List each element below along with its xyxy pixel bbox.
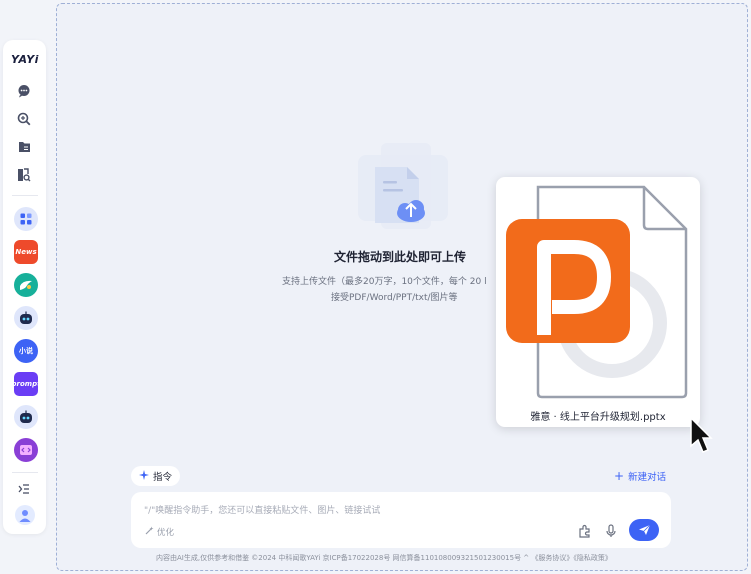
upload-accepted-types: 接受PDF/Word/PPT/txt/图片等 [331, 293, 458, 303]
magic-wand-icon [145, 526, 154, 538]
command-label: 指令 [153, 472, 173, 483]
sparkle-icon [139, 469, 149, 483]
new-chat-button[interactable]: + 新建对话 [614, 469, 666, 483]
expand-menu-icon[interactable] [15, 480, 33, 498]
microphone-icon[interactable] [603, 523, 619, 539]
command-button[interactable]: 指令 [131, 466, 181, 486]
novel-app-icon[interactable]: 小说 [14, 339, 38, 363]
folder-icon[interactable] [15, 138, 33, 156]
sidebar: YAYi News 小说 prompt [3, 40, 46, 534]
code-app-icon[interactable] [14, 438, 38, 462]
robot-app-icon[interactable] [14, 306, 38, 330]
upload-illustration-icon [353, 141, 451, 233]
dragged-file-name: 雅意 · 线上平台升级规划.pptx [530, 412, 666, 423]
sidebar-divider [12, 195, 38, 196]
news-app-icon[interactable]: News [14, 240, 38, 264]
robot-app-icon-2[interactable] [14, 405, 38, 429]
chat-app-icon[interactable] [14, 273, 38, 297]
chat-input[interactable]: "/"唤醒指令助手，您还可以直接粘贴文件、图片、链接试试 优化 [131, 492, 671, 548]
footer-text: 内容由AI生成,仅供参考和借鉴 ©2024 中科闻歌YAYi 京ICP备1702… [156, 554, 612, 562]
powerpoint-file-icon [504, 185, 690, 399]
send-button[interactable] [629, 519, 659, 541]
sidebar-divider [12, 472, 38, 473]
search-zoom-icon[interactable] [15, 110, 33, 128]
optimize-label: 优化 [157, 528, 175, 538]
apps-grid-icon[interactable] [14, 207, 38, 231]
document-search-icon[interactable] [15, 166, 33, 184]
new-chat-label: 新建对话 [628, 472, 667, 483]
mouse-pointer-icon [689, 416, 713, 456]
prompt-app-icon[interactable]: prompt [14, 372, 38, 396]
send-icon [638, 521, 651, 540]
yayi-logo[interactable]: YAYi [8, 53, 42, 66]
upload-hint: 支持上传文件（最多20万字，10个文件，每个 20 l [282, 277, 487, 287]
plus-icon: + [614, 469, 625, 483]
chat-icon[interactable] [15, 82, 33, 100]
dragged-file-card[interactable]: 雅意 · 线上平台升级规划.pptx [496, 177, 700, 427]
upload-title: 文件拖动到此处即可上传 [334, 250, 467, 264]
avatar[interactable] [15, 505, 35, 525]
optimize-button[interactable]: 优化 [145, 526, 174, 538]
chat-input-placeholder: "/"唤醒指令助手，您还可以直接粘贴文件、图片、链接试试 [144, 506, 381, 516]
plugin-icon[interactable] [577, 523, 593, 539]
